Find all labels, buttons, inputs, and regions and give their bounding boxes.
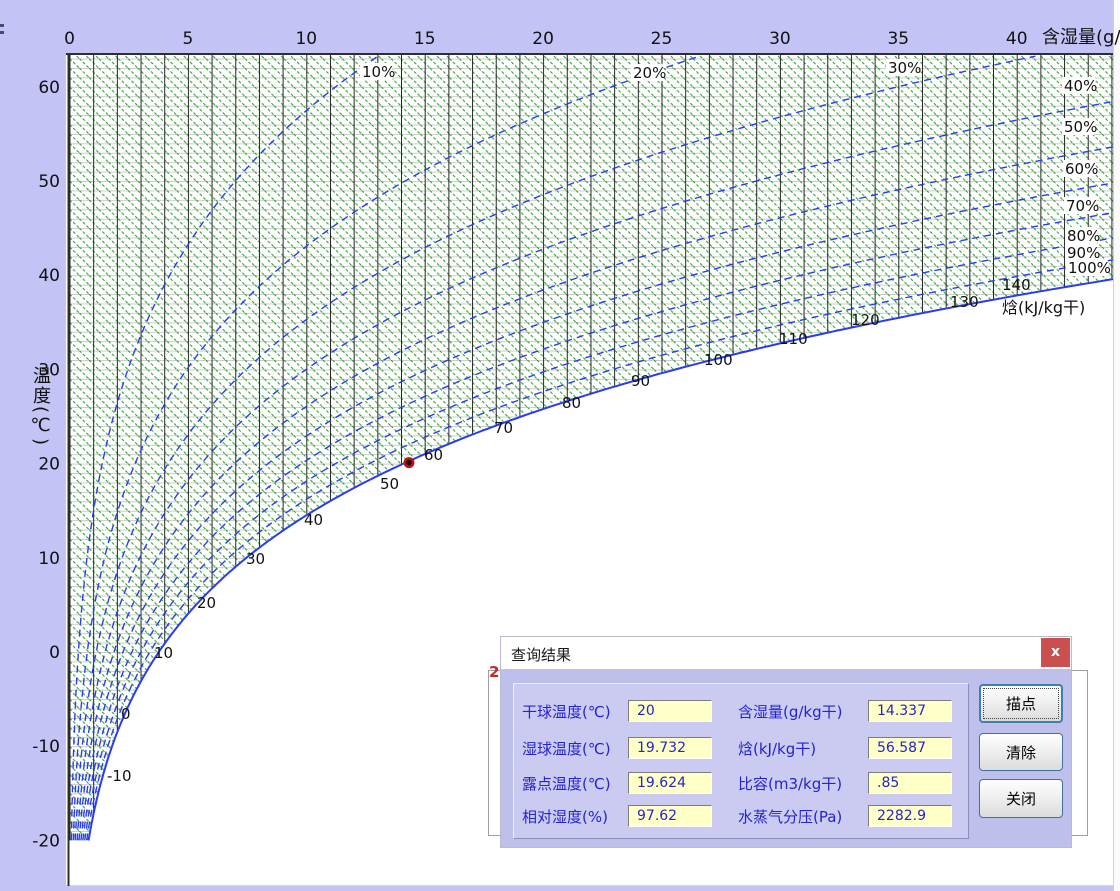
enthalpy-value-label: 20	[197, 594, 216, 612]
left-tick-label: 20	[38, 455, 60, 475]
wet-bulb-temp-field[interactable]: 19.732	[628, 737, 712, 759]
enthalpy-value-label: 140	[1002, 276, 1031, 294]
left-tick-label: 50	[38, 172, 60, 192]
enthalpy-value-label: 40	[304, 511, 323, 529]
enthalpy-value-label: 30	[246, 550, 265, 568]
rh-label: 30%	[888, 59, 921, 77]
enthalpy-value-label: 70	[494, 419, 513, 437]
moisture-content-field[interactable]: 14.337	[868, 700, 952, 722]
enthalpy-value-label: 110	[779, 330, 808, 348]
enthalpy-value-label: 120	[851, 311, 880, 329]
vapor-pressure-field[interactable]: 2282.9	[868, 805, 952, 827]
specific-volume-field[interactable]: .85	[868, 772, 952, 794]
rh-label: 60%	[1065, 160, 1098, 178]
enthalpy-value-label: 10	[154, 644, 173, 662]
enthalpy-value-label: 0	[121, 705, 131, 723]
left-tick-label: 10	[38, 549, 60, 569]
occluded-red-text: 2	[489, 663, 499, 679]
relative-humidity-label: 相对湿度(%)	[522, 808, 608, 826]
dew-point-temp-label: 露点温度(℃)	[522, 775, 611, 793]
screen-edge-mark	[0, 31, 4, 34]
left-tick-label: -10	[32, 737, 60, 757]
rh-label: 80%	[1067, 227, 1100, 245]
right-edge-strip	[1113, 0, 1120, 891]
dry-bulb-temp-label: 干球温度(℃)	[522, 703, 611, 721]
dialog-panel: 干球温度(℃) 20 湿球温度(℃) 19.732 露点温度(℃) 19.624…	[513, 683, 969, 839]
query-result-dialog: 查询结果 x 干球温度(℃) 20 湿球温度(℃) 19.732 露点温度(℃)…	[500, 636, 1072, 848]
enthalpy-value-label: 100	[704, 351, 733, 369]
rh-label: 20%	[633, 64, 666, 82]
enthalpy-axis-label: 焓(kJ/kg干)	[1002, 298, 1085, 317]
left-tick-label: 60	[38, 78, 60, 98]
moisture-axis-label: 含湿量(g/kg干)	[1042, 27, 1120, 48]
temperature-axis-label: 温度(℃)	[30, 366, 51, 448]
rh-label: 50%	[1064, 118, 1097, 136]
close-dialog-button[interactable]: 关闭	[979, 779, 1063, 818]
rh-label: 10%	[362, 63, 395, 81]
enthalpy-value-label: 130	[950, 293, 979, 311]
dialog-titlebar[interactable]: 查询结果	[501, 637, 1071, 669]
left-tick-label: -20	[32, 831, 60, 851]
enthalpy-label: 焓(kJ/kg干)	[738, 740, 817, 758]
rh-label: 70%	[1066, 197, 1099, 215]
screen-edge-mark	[0, 24, 4, 27]
top-tick-label: 35	[887, 29, 909, 49]
moisture-content-label: 含湿量(g/kg干)	[738, 703, 843, 721]
dew-point-temp-field[interactable]: 19.624	[628, 772, 712, 794]
top-tick-label: 10	[295, 29, 317, 49]
rh-label: 40%	[1064, 77, 1097, 95]
relative-humidity-field[interactable]: 97.62	[628, 805, 712, 827]
top-tick-label: 5	[182, 29, 193, 49]
dry-bulb-temp-field[interactable]: 20	[628, 700, 712, 722]
top-tick-label: 0	[64, 29, 75, 49]
rh-label: 100%	[1068, 259, 1111, 277]
enthalpy-value-label: 50	[380, 475, 399, 493]
dialog-body: 干球温度(℃) 20 湿球温度(℃) 19.732 露点温度(℃) 19.624…	[501, 669, 1071, 847]
top-tick-label: 30	[769, 29, 791, 49]
top-tick-label: 40	[1006, 29, 1028, 49]
enthalpy-value-label: 80	[562, 394, 581, 412]
plot-button[interactable]: 描点	[979, 684, 1063, 723]
close-icon: x	[1050, 644, 1061, 660]
dialog-title: 查询结果	[511, 646, 572, 664]
left-tick-label: 0	[49, 643, 60, 663]
top-tick-label: 15	[414, 29, 436, 49]
enthalpy-value-label: -10	[107, 767, 132, 785]
wet-bulb-temp-label: 湿球温度(℃)	[522, 740, 611, 758]
enthalpy-value-label: 60	[424, 446, 443, 464]
specific-volume-label: 比容(m3/kg干)	[738, 775, 843, 793]
enthalpy-value-label: 90	[631, 372, 650, 390]
vapor-pressure-label: 水蒸气分压(Pa)	[738, 808, 843, 826]
top-tick-label: 25	[651, 29, 673, 49]
clear-button[interactable]: 清除	[979, 733, 1063, 771]
left-tick-label: 40	[38, 266, 60, 286]
app-window: 0 5 10 15 20 25 30 35 40 60 50 40 30 20 10 0 -10 -20 -10 0 1…	[0, 0, 1120, 891]
enthalpy-field[interactable]: 56.587	[868, 737, 952, 759]
top-tick-label: 20	[532, 29, 554, 49]
close-button[interactable]: x	[1041, 638, 1070, 667]
